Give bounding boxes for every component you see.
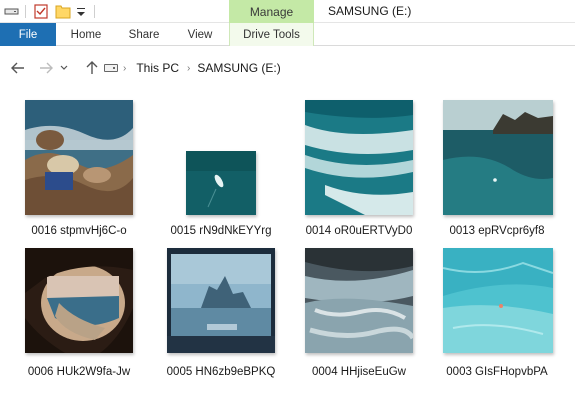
file-item[interactable]: 0004 HHjiseEuGw: [301, 244, 417, 394]
file-item[interactable]: 0014 oR0uERTVyD0: [301, 96, 417, 246]
properties-icon[interactable]: [33, 4, 49, 19]
file-item[interactable]: 0005 HN6zb9eBPKQ: [163, 244, 279, 394]
tab-share[interactable]: Share: [116, 23, 172, 46]
back-button[interactable]: [8, 58, 28, 78]
customize-quick-access-icon[interactable]: [74, 4, 90, 19]
file-name: 0005 HN6zb9eBPKQ: [166, 366, 276, 378]
window-title: SAMSUNG (E:): [328, 4, 412, 18]
file-name: 0016 stpmvHj6C-o: [31, 225, 127, 237]
recent-locations-button[interactable]: [58, 58, 70, 78]
image-thumbnail: [443, 100, 553, 215]
drive-icon: [104, 64, 118, 72]
file-name: 0004 HHjiseEuGw: [312, 366, 406, 378]
file-item[interactable]: 0006 HUk2W9fa-Jw: [21, 244, 137, 394]
tab-drive-tools[interactable]: Drive Tools: [229, 23, 314, 46]
arrow-left-icon: [11, 62, 24, 74]
file-item[interactable]: 0016 stpmvHj6C-o: [21, 96, 137, 246]
image-thumbnail: [25, 248, 133, 353]
quick-access-separator: [25, 5, 26, 18]
arrow-right-icon: [40, 62, 53, 74]
chevron-down-icon: [60, 65, 68, 70]
drive-icon[interactable]: [4, 4, 20, 19]
file-item[interactable]: 0015 rN9dNkEYYrg: [163, 96, 279, 246]
arrow-up-icon: [86, 61, 98, 74]
breadcrumb-drive[interactable]: SAMSUNG (E:): [197, 61, 280, 75]
file-list: 0016 stpmvHj6C-o 0015 rN9dNkEYYrg 0014 o…: [0, 90, 575, 403]
file-name: 0015 rN9dNkEYYrg: [170, 225, 272, 237]
image-thumbnail: [443, 248, 553, 353]
image-thumbnail: [305, 248, 413, 353]
file-name: 0014 oR0uERTVyD0: [305, 225, 413, 237]
tab-home[interactable]: Home: [58, 23, 114, 46]
tab-view[interactable]: View: [172, 23, 228, 46]
quick-access-separator: [94, 5, 95, 18]
chevron-right-icon[interactable]: ›: [123, 63, 126, 74]
manage-context-tab[interactable]: Manage: [229, 0, 314, 23]
file-name: 0003 GIsFHopvbPA: [446, 366, 548, 378]
ribbon-tabs: File Home Share View Drive Tools: [0, 23, 575, 46]
image-thumbnail: [305, 100, 413, 215]
file-item[interactable]: 0003 GIsFHopvbPA: [439, 244, 555, 394]
image-thumbnail: [167, 248, 275, 353]
navigation-bar: › This PC › SAMSUNG (E:): [0, 46, 575, 90]
new-folder-icon[interactable]: [55, 4, 71, 19]
up-button[interactable]: [82, 58, 102, 78]
chevron-right-icon[interactable]: ›: [187, 63, 190, 74]
breadcrumb-this-pc[interactable]: This PC: [136, 61, 179, 75]
file-name: 0013 epRVcpr6yf8: [449, 225, 545, 237]
file-item[interactable]: 0013 epRVcpr6yf8: [439, 96, 555, 246]
title-bar: Manage SAMSUNG (E:): [0, 0, 575, 23]
breadcrumb: › This PC › SAMSUNG (E:): [104, 58, 281, 78]
file-name: 0006 HUk2W9fa-Jw: [27, 366, 131, 378]
forward-button[interactable]: [36, 58, 56, 78]
tab-file[interactable]: File: [0, 23, 56, 46]
image-thumbnail: [186, 151, 256, 215]
image-thumbnail: [25, 100, 133, 215]
